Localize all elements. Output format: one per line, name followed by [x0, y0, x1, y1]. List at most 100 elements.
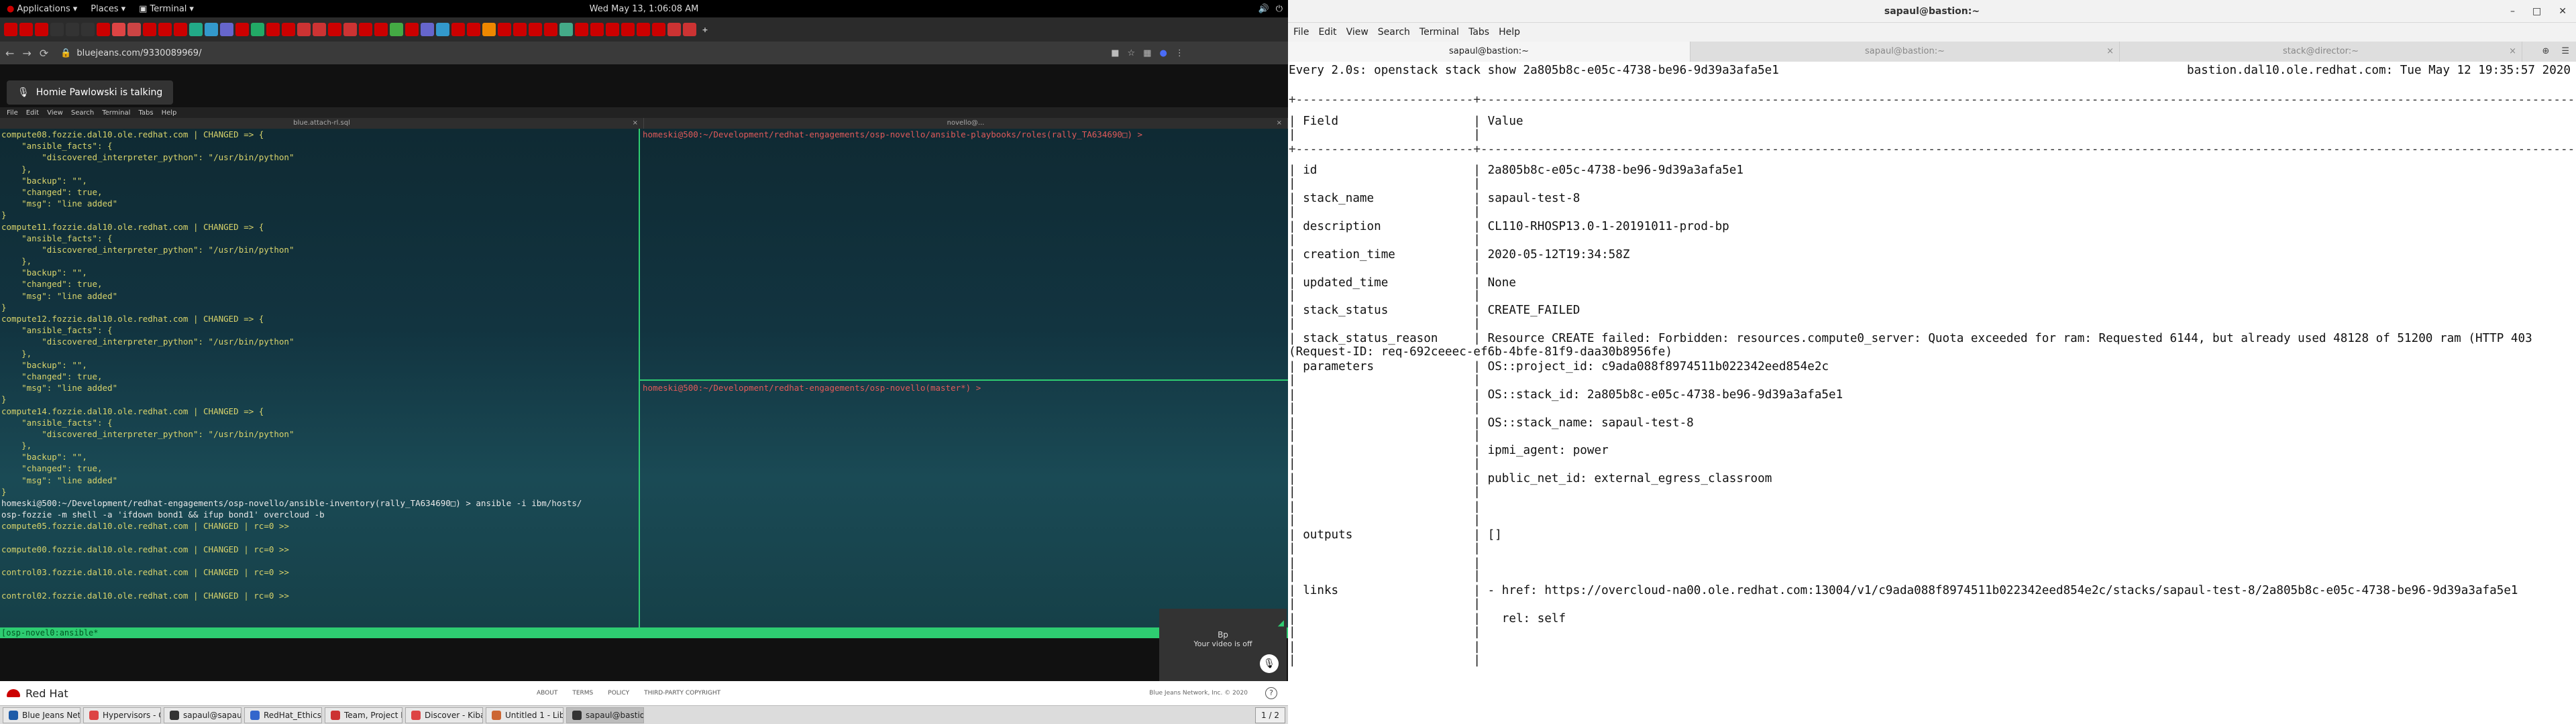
app-icon[interactable] [667, 23, 681, 36]
close-icon[interactable]: × [2509, 42, 2516, 62]
terminal-app-menu[interactable]: ▣ Terminal ▾ [132, 4, 201, 14]
power-icon[interactable]: ⏻ [1276, 4, 1283, 14]
redhat-icon[interactable] [143, 23, 156, 36]
shared-terminal-menu-item[interactable]: Tabs [138, 109, 153, 117]
menu-icon[interactable]: ☰ [2561, 42, 2569, 62]
back-icon[interactable]: ← [5, 47, 14, 60]
redhat-icon[interactable] [652, 23, 665, 36]
app-icon[interactable] [421, 23, 434, 36]
taskbar-window-button[interactable]: Blue Jeans Network | Video ... [3, 707, 80, 723]
taskbar-window-button[interactable]: sapaul@sapaul:~/RedHat-Tra... [164, 707, 241, 723]
system-tray[interactable]: 🔊 ⏻ [1258, 0, 1283, 17]
redhat-icon[interactable] [467, 23, 480, 36]
shared-terminal-menu-item[interactable]: Help [162, 109, 177, 117]
redhat-icon[interactable] [235, 23, 249, 36]
redhat-icon[interactable] [451, 23, 465, 36]
redhat-icon[interactable] [174, 23, 187, 36]
redhat-icon[interactable] [498, 23, 511, 36]
close-icon[interactable]: ✕ [2559, 0, 2567, 23]
help-icon[interactable]: ? [1265, 687, 1277, 699]
taskbar-window-button[interactable]: RedHat_Ethics [244, 707, 322, 723]
new-tab-icon[interactable]: ⊕ [2542, 42, 2549, 62]
shared-terminal-tab[interactable]: novello@... × [644, 118, 1288, 129]
workspace-pager[interactable]: 1 / 2 [1255, 707, 1285, 723]
redhat-icon[interactable] [359, 23, 372, 36]
chart-icon[interactable] [390, 23, 403, 36]
redhat-icon[interactable] [621, 23, 635, 36]
redhat-icon[interactable] [374, 23, 388, 36]
terminal-output[interactable]: Every 2.0s: openstack stack show 2a805b8… [1288, 62, 2576, 724]
taskbar-window-button[interactable]: sapaul@bastion:~ [566, 707, 644, 723]
redhat-icon[interactable] [4, 23, 17, 36]
footer-link-terms[interactable]: TERMS [572, 690, 593, 697]
places-menu[interactable]: Places ▾ [84, 4, 132, 14]
close-icon[interactable]: × [1277, 118, 1282, 129]
shared-terminal-menu-item[interactable]: Search [71, 109, 94, 117]
taskbar-window-button[interactable]: Hypervisors - OpenStack Das... [83, 707, 161, 723]
shared-terminal-menu-item[interactable]: View [47, 109, 63, 117]
footer-link-policy[interactable]: POLICY [608, 690, 629, 697]
star-icon[interactable]: ☆ [1128, 48, 1136, 58]
terminal-tab[interactable]: stack@director:~ × [2120, 42, 2522, 62]
app-icon[interactable] [482, 23, 496, 36]
address-bar[interactable]: 🔒 bluejeans.com/93300899​69/ [56, 45, 1104, 61]
app-icon[interactable] [313, 23, 326, 36]
profile-avatar[interactable]: ● [1159, 48, 1167, 58]
redhat-icon[interactable] [544, 23, 557, 36]
terminal-menu-item[interactable]: Terminal [1419, 27, 1459, 38]
redhat-icon[interactable] [606, 23, 619, 36]
app-icon[interactable] [205, 23, 218, 36]
redhat-icon[interactable] [35, 23, 48, 36]
calendar-icon[interactable] [220, 23, 233, 36]
clock[interactable]: Wed May 13, 1:06:08 AM [590, 4, 699, 14]
new-tab-button[interactable]: + [698, 23, 712, 36]
tmux-left-pane[interactable]: compute08.fozzie.dal10.ole.redhat.com | … [0, 129, 639, 627]
microphone-icon[interactable]: 🎙 [1260, 654, 1279, 673]
sheets-icon[interactable] [251, 23, 264, 36]
terminal-titlebar[interactable]: sapaul@bastion:~ – □ ✕ [1288, 0, 2576, 23]
shared-terminal-menu-item[interactable]: File [7, 109, 18, 117]
resize-grip-icon[interactable]: ◢ [1278, 618, 1284, 627]
maximize-icon[interactable]: □ [2532, 0, 2541, 23]
terminal-menu-item[interactable]: File [1293, 27, 1309, 38]
redhat-icon[interactable] [590, 23, 604, 36]
mail-icon[interactable] [112, 23, 125, 36]
redhat-icon[interactable] [575, 23, 588, 36]
taskbar-window-button[interactable]: Untitled 1 - LibreOffice Draw [486, 707, 564, 723]
redhat-icon[interactable] [328, 23, 341, 36]
redhat-icon[interactable] [637, 23, 650, 36]
reload-icon[interactable]: ⟳ [40, 47, 48, 60]
terminal-tab[interactable]: sapaul@bastion:~ × [1690, 42, 2120, 62]
extension-icon[interactable]: ▦ [1143, 48, 1151, 58]
gmail-icon[interactable] [127, 23, 141, 36]
menu-icon[interactable]: ⋮ [1175, 48, 1184, 58]
redhat-icon[interactable] [513, 23, 527, 36]
tmux-right-pane[interactable]: homeski@500:~/Development/redhat-engagem… [640, 129, 1288, 627]
terminal-tab[interactable]: sapaul@bastion:~ [1288, 42, 1690, 62]
drive-icon[interactable] [189, 23, 203, 36]
github-icon[interactable] [81, 23, 95, 36]
redhat-icon[interactable] [529, 23, 542, 36]
terminal-menu-item[interactable]: View [1346, 27, 1368, 38]
taskbar-window-button[interactable]: Team, Project Novello - Iter... [325, 707, 402, 723]
redhat-icon[interactable] [97, 23, 110, 36]
applications-menu[interactable]: ● Applications ▾ [0, 4, 84, 14]
redhat-icon[interactable] [282, 23, 295, 36]
close-icon[interactable]: × [2106, 42, 2114, 62]
forward-icon[interactable]: → [22, 47, 31, 60]
terminal-menu-item[interactable]: Tabs [1468, 27, 1489, 38]
app-icon[interactable] [436, 23, 449, 36]
redhat-icon[interactable] [266, 23, 280, 36]
volume-icon[interactable]: 🔊 [1258, 4, 1269, 14]
app-icon[interactable] [683, 23, 696, 36]
footer-link-about[interactable]: ABOUT [537, 690, 557, 697]
shared-terminal-menu-item[interactable]: Terminal [102, 109, 130, 117]
close-icon[interactable]: × [633, 118, 638, 129]
taskbar-window-button[interactable]: Discover - Kibana - Google C... [405, 707, 483, 723]
camera-icon[interactable]: ■ [1111, 48, 1119, 58]
self-video-tile[interactable]: Bp Your video is off 🎙 [1159, 609, 1287, 681]
app-icon[interactable] [297, 23, 311, 36]
shared-terminal-menu-item[interactable]: Edit [26, 109, 39, 117]
shared-terminal-tab[interactable]: blue.attach-rl.sql × [0, 118, 644, 129]
terminal-menu-item[interactable]: Edit [1318, 27, 1336, 38]
